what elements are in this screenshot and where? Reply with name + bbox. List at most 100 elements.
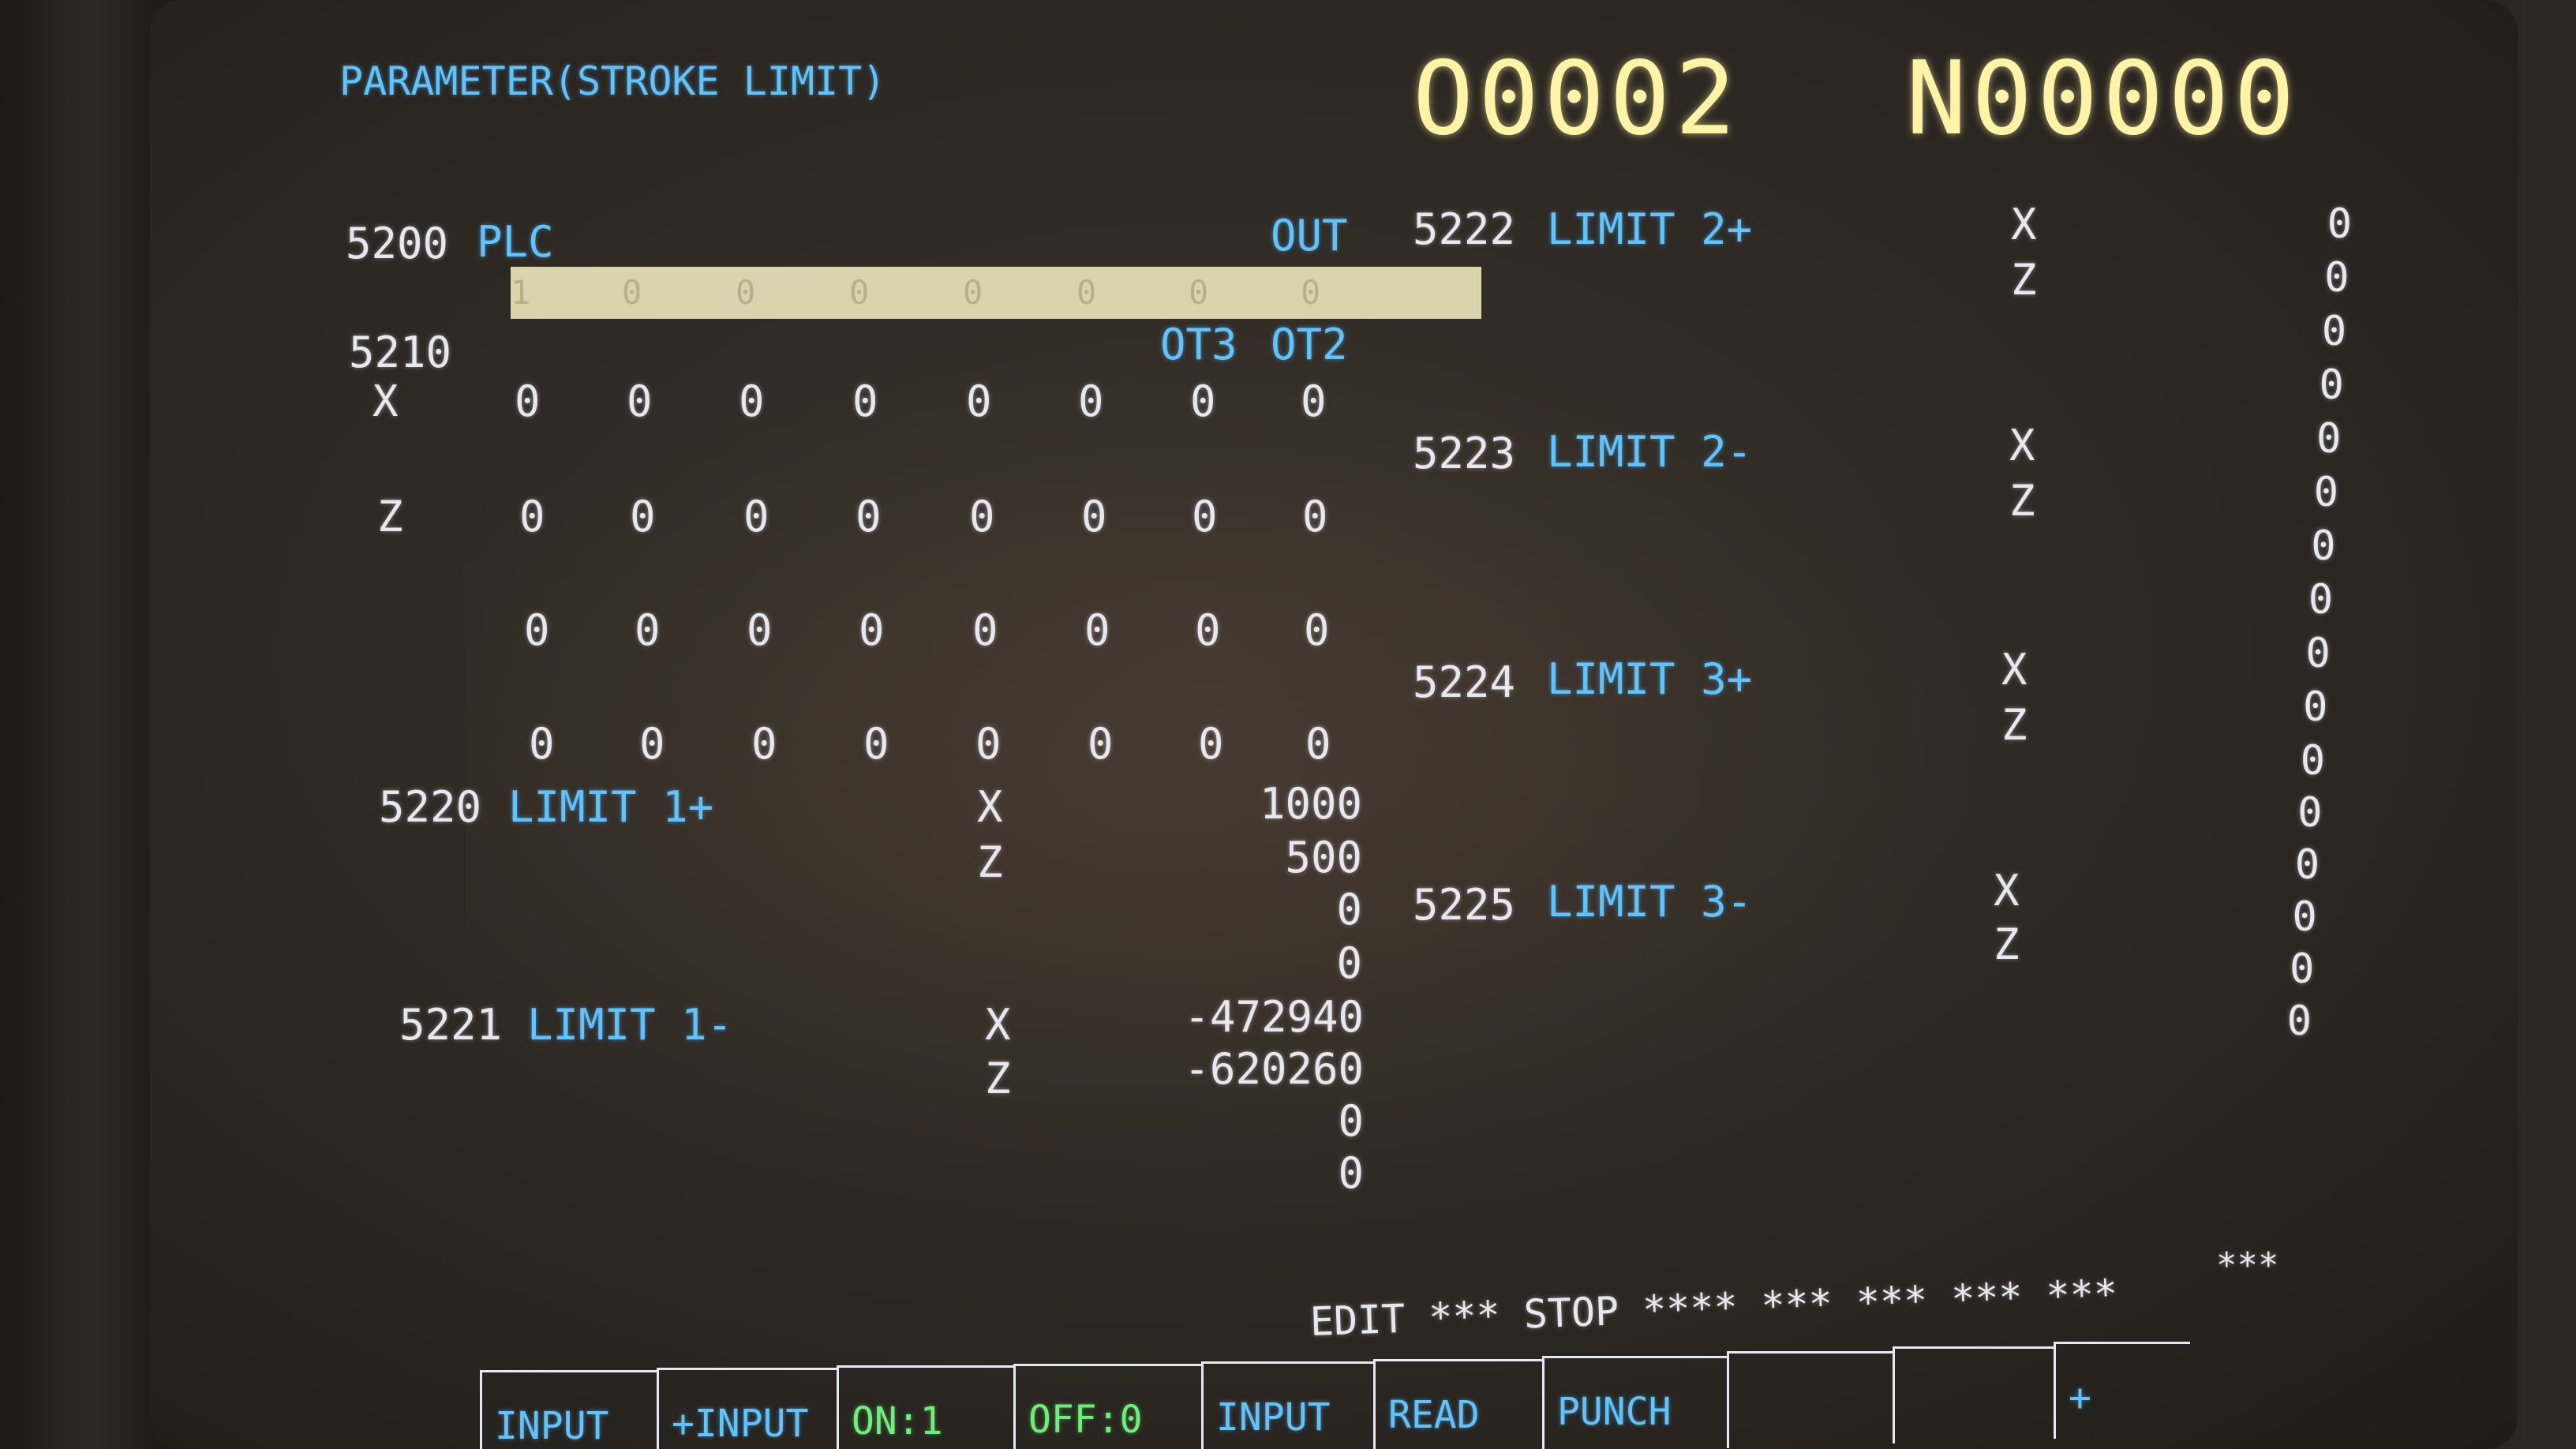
limit-value[interactable]: 0 (1338, 1152, 1364, 1195)
bit-value[interactable]: 0 (1304, 609, 1330, 652)
softkey-on-1[interactable]: ON:1 (837, 1365, 1016, 1449)
limit-value[interactable]: 0 (2295, 844, 2320, 886)
bit-value[interactable]: 0 (1084, 609, 1110, 652)
axis-label-x: X (2011, 200, 2037, 249)
bit-value[interactable]: 0 (1078, 380, 1104, 423)
limit-value[interactable]: 0 (2290, 949, 2314, 990)
limit-value[interactable]: 0 (2301, 740, 2325, 781)
bit-value[interactable]: 0 (859, 609, 885, 652)
plc-bit[interactable]: 0 (1189, 276, 1208, 309)
axis-label-x: X (977, 782, 1003, 832)
axis-label: X (373, 376, 399, 426)
bit-value[interactable]: 0 (1081, 496, 1107, 538)
plc-bit[interactable]: 0 (1301, 276, 1320, 309)
bit-value[interactable]: 0 (863, 723, 889, 766)
softkey-input[interactable]: INPUT (1201, 1361, 1376, 1449)
softkey-label: INPUT (1216, 1395, 1331, 1440)
axis-label-z: Z (977, 837, 1003, 887)
limit-value[interactable]: 0 (2303, 687, 2327, 728)
bit-value[interactable]: 0 (1190, 380, 1216, 423)
plc-bit[interactable]: 0 (622, 276, 642, 309)
status-stars: **** (1642, 1284, 1739, 1334)
page-title: PARAMETER(STROKE LIMIT) (339, 58, 886, 104)
ot2-label: OT2 (1271, 320, 1348, 369)
limit-value[interactable]: 500 (1285, 837, 1362, 879)
limit-value[interactable]: 0 (2324, 257, 2349, 298)
axis-label-x: X (1994, 866, 2020, 915)
limit-value[interactable]: 0 (2306, 633, 2331, 674)
bit-value[interactable]: 0 (1301, 380, 1327, 423)
limit-value[interactable]: 0 (2322, 311, 2346, 352)
limit-value[interactable]: 0 (2287, 1001, 2312, 1042)
softkey-[interactable]: + (2054, 1342, 2190, 1439)
bit-value[interactable]: 0 (739, 380, 765, 423)
plc-bit[interactable]: 1 (511, 276, 530, 309)
limit-value[interactable]: 0 (1336, 889, 1362, 931)
softkey-input[interactable]: +INPUT (657, 1368, 839, 1449)
bit-value[interactable]: 0 (747, 609, 773, 652)
limit-value[interactable]: 0 (2311, 526, 2335, 567)
axis-label-x: X (985, 1000, 1011, 1050)
bit-value[interactable]: 0 (1198, 723, 1224, 766)
bit-value[interactable]: 0 (856, 496, 882, 538)
axis-label-x: X (2001, 645, 2027, 695)
softkey-blank[interactable] (1727, 1351, 1895, 1448)
bit-value[interactable]: 0 (966, 380, 992, 423)
bit-value[interactable]: 0 (627, 380, 653, 423)
plc-bit[interactable]: 0 (1076, 276, 1096, 309)
bit-value[interactable]: 0 (515, 380, 541, 423)
plc-bit[interactable]: 0 (736, 276, 755, 309)
bit-value[interactable]: 0 (639, 723, 665, 766)
softkey-label: ON:1 (852, 1399, 943, 1443)
param-5224-number: 5224 (1413, 657, 1516, 707)
limit-value[interactable]: 0 (2308, 579, 2333, 620)
bit-value[interactable]: 0 (972, 609, 998, 652)
status-stars: *** (2045, 1271, 2118, 1320)
softkey-label: + (2069, 1376, 2091, 1420)
limit-value[interactable]: 0 (2320, 365, 2344, 406)
bit-value[interactable]: 0 (852, 380, 878, 423)
bit-value[interactable]: 0 (751, 723, 777, 766)
limit-value[interactable]: 0 (1338, 1100, 1364, 1143)
bit-value[interactable]: 0 (969, 496, 995, 538)
sequence-number: N00000 (1906, 40, 2300, 158)
bit-value[interactable]: 0 (1302, 496, 1328, 538)
softkey-read[interactable]: READ (1373, 1359, 1544, 1449)
bit-value[interactable]: 0 (1305, 723, 1331, 766)
softkey-label: PUNCH (1557, 1390, 1672, 1434)
limit-value[interactable]: 0 (1336, 942, 1362, 985)
bit-value[interactable]: 0 (529, 723, 555, 766)
bit-value[interactable]: 0 (519, 496, 545, 538)
bit-value[interactable]: 0 (975, 723, 1002, 766)
bit-value[interactable]: 0 (743, 496, 769, 538)
axis-label-z: Z (1994, 919, 2020, 969)
bit-value[interactable]: 0 (1192, 496, 1218, 538)
status-stars: *** (1855, 1277, 1929, 1326)
limit-value[interactable]: 0 (2314, 472, 2338, 513)
cursor-highlight[interactable] (511, 267, 1481, 319)
limit-value[interactable]: -472940 (1184, 996, 1364, 1039)
softkey-input[interactable]: INPUT (480, 1370, 659, 1449)
cnc-screen: PARAMETER(STROKE LIMIT) O0002 N00000 520… (150, 0, 2518, 1449)
limit-value[interactable]: 1000 (1260, 783, 1362, 826)
axis-label-x: X (2009, 421, 2035, 470)
softkey-blank[interactable] (1893, 1346, 2056, 1443)
limit-value[interactable]: 0 (2316, 418, 2341, 459)
plc-bit[interactable]: 0 (963, 276, 983, 309)
bit-value[interactable]: 0 (1088, 723, 1114, 766)
limit-value[interactable]: 0 (2297, 792, 2322, 833)
softkey-off-0[interactable]: OFF:0 (1013, 1364, 1204, 1449)
axis-label-z: Z (2001, 700, 2027, 750)
limit-value[interactable]: -620260 (1184, 1048, 1364, 1091)
limit-value[interactable]: 0 (2293, 897, 2317, 938)
softkey-label: +INPUT (672, 1402, 809, 1446)
status-stars: *** (2216, 1245, 2279, 1286)
param-5223-number: 5223 (1413, 429, 1516, 478)
limit-value[interactable]: 0 (2327, 204, 2352, 245)
bit-value[interactable]: 0 (524, 609, 550, 652)
bit-value[interactable]: 0 (635, 609, 661, 652)
bit-value[interactable]: 0 (1195, 609, 1221, 652)
bit-value[interactable]: 0 (630, 496, 656, 538)
plc-bit[interactable]: 0 (849, 276, 869, 309)
softkey-punch[interactable]: PUNCH (1542, 1356, 1729, 1449)
